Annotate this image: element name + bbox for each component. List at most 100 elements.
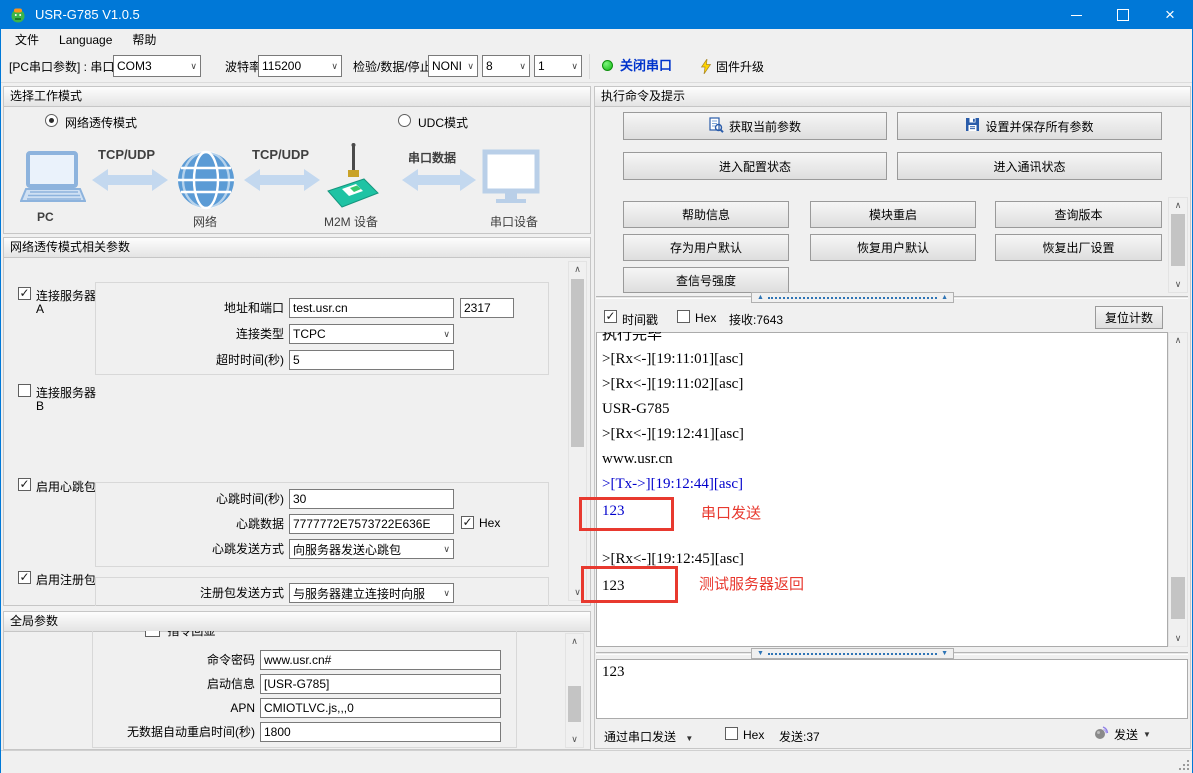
register-mode-select[interactable]: 与服务器建立连接时向服 ∨ [289,583,454,603]
net-params-group: 网络透传模式相关参数 ✓ 连接服务器 A 地址和端口 test.usr.cn 2… [3,237,591,606]
restore-default-button[interactable]: 恢复用户默认 [810,234,976,261]
check-icon: ✓ [19,477,30,491]
arrow-icon [244,167,320,196]
radio-transparent-mode[interactable] [45,114,58,127]
close-button[interactable]: × [1147,1,1193,29]
partial-option-row: 指令回显 [145,631,265,637]
check-icon: ✓ [462,515,473,529]
chevron-down-icon: ∨ [571,60,578,71]
address-port-label: 地址和端口 [223,301,284,315]
recv-count: 7643 [756,313,784,327]
baud-select[interactable]: 115200 ∨ [258,55,342,77]
send-button[interactable]: 发送 ▼ [1094,725,1151,743]
port-input[interactable]: 2317 [460,298,514,318]
scrollbar-thumb[interactable] [1171,577,1185,619]
maximize-icon [1117,9,1129,21]
checkbox-server-a[interactable]: ✓ [18,287,31,300]
m2m-device-icon [326,143,380,216]
get-params-button[interactable]: 获取当前参数 [623,112,887,140]
net-params-header: 网络透传模式相关参数 [4,238,590,258]
log-hex-checkbox[interactable] [677,310,690,323]
scroll-down-icon[interactable]: ∨ [566,732,583,747]
help-button[interactable]: 帮助信息 [623,201,789,228]
reboot-button[interactable]: 模块重启 [810,201,976,228]
log-line: >[Rx<-][19:11:01][asc] [602,351,744,367]
server-b-label-2: B [36,399,45,413]
scroll-up-icon[interactable]: ∧ [1169,198,1187,213]
log-line: 执行完毕 [602,332,663,343]
minimize-button[interactable] [1053,1,1099,29]
factory-reset-button[interactable]: 恢复出厂设置 [995,234,1162,261]
log-scrollbar[interactable]: ∧ ∨ [1168,332,1188,647]
save-default-button[interactable]: 存为用户默认 [623,234,789,261]
apn-input[interactable]: CMIOTLVC.js,,,0 [260,698,501,718]
server-a-label-2: A [36,302,45,316]
send-splitter[interactable]: ▼ ▼ [751,648,954,659]
heartbeat-mode-select[interactable]: 向服务器发送心跳包 ∨ [289,539,454,559]
log-splitter[interactable]: ▲ ▲ [751,292,954,303]
sent-count: 37 [806,730,820,744]
menu-item-file[interactable]: 文件 [5,29,49,51]
checkbox-heartbeat[interactable]: ✓ [18,478,31,491]
chevron-down-icon: ∨ [190,60,197,71]
resize-grip[interactable] [1179,760,1189,770]
scroll-up-icon[interactable]: ∧ [566,634,583,649]
timeout-input[interactable]: 5 [289,350,454,370]
annotation-label-tx: 串口发送 [701,506,762,522]
heartbeat-hex-label: Hex [479,516,501,530]
maximize-button[interactable] [1100,1,1146,29]
parity-select[interactable]: NONI ∨ [428,55,478,77]
checkbox-server-b[interactable] [18,384,31,397]
set-save-button[interactable]: 设置并保存所有参数 [897,112,1162,140]
commands-scrollbar[interactable]: ∧ ∨ [1168,197,1188,293]
send-hex-checkbox[interactable] [725,727,738,740]
heartbeat-time-input[interactable]: 30 [289,489,454,509]
radio-udc-mode[interactable] [398,114,411,127]
cmd-password-input[interactable]: www.usr.cn# [260,650,501,670]
net-params-scrollbar[interactable]: ∧ ∨ [568,261,587,601]
checkbox-register[interactable]: ✓ [18,571,31,584]
firmware-upgrade-button[interactable]: 固件升级 [716,59,764,75]
check-icon: ✓ [19,570,30,584]
reset-count-button[interactable]: 复位计数 [1095,306,1163,329]
signal-button[interactable]: 查信号强度 [623,267,789,293]
log-line: USR-G785 [602,401,670,417]
heartbeat-data-input[interactable]: 7777772E7573722E636E [289,514,454,534]
enter-config-button[interactable]: 进入配置状态 [623,152,887,180]
scroll-up-icon[interactable]: ∧ [569,262,586,277]
scroll-down-icon[interactable]: ∨ [1169,277,1187,292]
boot-message-input[interactable]: [USR-G785] [260,674,501,694]
menu-item-language[interactable]: Language [49,29,122,51]
scrollbar-thumb[interactable] [1171,214,1185,266]
stopbits-select[interactable]: 1 ∨ [534,55,582,77]
partial-checkbox[interactable] [145,631,160,637]
heartbeat-hex-checkbox[interactable]: ✓ [461,516,474,529]
lightning-icon [700,57,712,77]
com-port-select[interactable]: COM3 ∨ [113,55,201,77]
scroll-down-icon[interactable]: ∨ [1169,631,1187,646]
scrollbar-thumb[interactable] [571,279,584,447]
close-port-button[interactable]: 关闭串口 [620,58,672,74]
log-line: >[Tx->][19:12:44][asc] [602,476,744,492]
scroll-up-icon[interactable]: ∧ [1169,333,1187,348]
chevron-down-icon: ∨ [519,60,526,71]
diagram-m2m-label: M2M 设备 [324,215,379,229]
auto-restart-input[interactable]: 1800 [260,722,501,742]
timestamp-checkbox[interactable]: ✓ [604,310,617,323]
via-serial-dropdown[interactable]: 通过串口发送 ▼ [604,728,693,745]
enter-comm-button[interactable]: 进入通讯状态 [897,152,1162,180]
global-params-scrollbar[interactable]: ∧ ∨ [565,633,584,748]
apn-label: APN [230,701,255,715]
version-button[interactable]: 查询版本 [995,201,1162,228]
send-textarea[interactable] [596,659,1188,719]
scrollbar-thumb[interactable] [568,686,581,722]
splitter-down-icon: ▼ [941,650,948,657]
address-input[interactable]: test.usr.cn [289,298,454,318]
databits-select[interactable]: 8 ∨ [482,55,530,77]
diagram-link2-label: TCP/UDP [252,147,310,162]
pc-icon [19,151,87,212]
chevron-down-icon: ∨ [443,587,450,598]
recv-count-label: 接收:7643 [729,313,784,327]
conn-type-select[interactable]: TCPC ∨ [289,324,454,344]
menu-item-help[interactable]: 帮助 [122,29,166,51]
